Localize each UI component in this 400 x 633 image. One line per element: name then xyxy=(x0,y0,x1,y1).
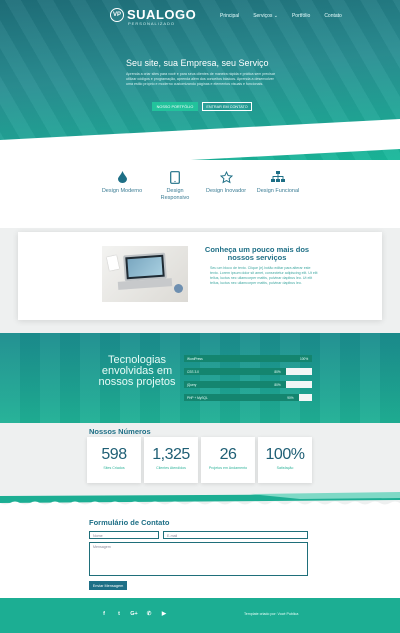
stat-card: 100% Satisfação xyxy=(258,437,312,483)
tech-title: Tecnologias envolvidas em nossos projeto… xyxy=(98,354,176,388)
main-nav: Principal Serviços ⌄ Portfólio Contato xyxy=(220,13,342,19)
logo-badge: VP xyxy=(110,8,124,22)
nav-item-servicos-label: Serviços xyxy=(253,13,273,19)
stat-value: 598 xyxy=(101,446,127,463)
feature-item: Design Funcional xyxy=(248,170,308,195)
wave-divider xyxy=(0,492,400,508)
stat-caption: Projetos em Andamento xyxy=(208,466,248,470)
contact-title: Formulário de Contato xyxy=(89,518,170,527)
nav-item-portfolio[interactable]: Portfólio xyxy=(292,13,310,19)
drop-icon xyxy=(92,170,152,184)
skill-name: PHP + MySQL xyxy=(187,395,208,400)
logo-text: SUALOGO xyxy=(127,7,197,22)
facebook-icon[interactable]: f xyxy=(100,610,108,618)
nav-item-servicos[interactable]: Serviços ⌄ xyxy=(253,13,278,19)
skill-bar-fill xyxy=(184,381,287,388)
hero-divider xyxy=(0,119,400,160)
twitter-icon[interactable]: t xyxy=(115,610,123,618)
contact-section: Formulário de Contato Nome E-mail Mensag… xyxy=(0,508,400,598)
features-section: Design Moderno Design Responsivo Design … xyxy=(0,160,400,228)
skill-percent: 100% xyxy=(300,356,309,361)
feature-label: Design Responsivo xyxy=(160,188,190,201)
email-field[interactable]: E-mail xyxy=(163,531,308,539)
stat-caption: Satisfação xyxy=(276,466,294,470)
stat-value: 26 xyxy=(219,446,237,463)
nav-item-principal[interactable]: Principal xyxy=(220,13,239,19)
stat-value: 100% xyxy=(265,446,305,463)
logo[interactable]: VP SUALOGO xyxy=(110,8,196,22)
youtube-icon[interactable]: ▶ xyxy=(160,610,168,618)
about-card: Conheça um pouco mais dos nossos serviço… xyxy=(18,232,382,320)
tech-section: Tecnologias envolvidas em nossos projeto… xyxy=(0,333,400,423)
hero-description: Aprenda a criar sites para você e para s… xyxy=(126,72,276,86)
footer: f t G+ ✆ ▶ Template criado por: Vocé Pub… xyxy=(0,598,400,633)
google-plus-icon[interactable]: G+ xyxy=(130,610,138,618)
feature-item: Design Moderno xyxy=(92,170,152,195)
sitemap-icon xyxy=(248,170,308,184)
stat-caption: Sites Criados xyxy=(103,466,125,470)
skill-percent: 90% xyxy=(287,395,294,400)
skill-bar: CSS 3.0 80% xyxy=(184,368,312,375)
name-field[interactable]: Nome xyxy=(89,531,159,539)
stat-caption: Clientes Atendidos xyxy=(156,466,186,470)
portfolio-button[interactable]: NOSSO PORTFÓLIO xyxy=(152,102,198,111)
skill-bar-fill xyxy=(184,355,312,362)
feature-label: Design Moderno xyxy=(101,188,143,194)
logo-tagline: PERSONALIZADO xyxy=(128,21,176,26)
laptop-image xyxy=(102,246,188,302)
stat-value: 1,325 xyxy=(152,446,190,463)
hero-section: VP SUALOGO PERSONALIZADO Principal Servi… xyxy=(0,0,400,160)
feature-label: Design Funcional xyxy=(256,188,300,194)
skill-percent: 80% xyxy=(274,382,281,387)
send-message-button[interactable]: Enviar Mensagem xyxy=(89,581,127,590)
skill-bar: jQuery 80% xyxy=(184,381,312,388)
whatsapp-icon[interactable]: ✆ xyxy=(145,610,153,618)
message-field[interactable]: Mensagem xyxy=(89,542,308,576)
skill-percent: 80% xyxy=(274,369,281,374)
hero-title: Seu site, sua Empresa, seu Serviço xyxy=(126,58,269,68)
about-text: Seu um bloco de texto. Clique {e} botão … xyxy=(210,266,318,285)
about-title: Conheça um pouco mais dos nossos serviço… xyxy=(204,245,310,262)
stat-card: 1,325 Clientes Atendidos xyxy=(144,437,198,483)
skill-bar: WordPress 100% xyxy=(184,355,312,362)
footer-credits: Template criado por: Vocé Publica xyxy=(244,612,299,616)
feature-item: Design Inovador xyxy=(196,170,256,195)
numbers-title: Nossos Números xyxy=(89,427,151,436)
skill-bar: PHP + MySQL 90% xyxy=(184,394,312,401)
contact-button[interactable]: ENTRAR EM CONTATO xyxy=(202,102,252,111)
stat-card: 598 Sites Criados xyxy=(87,437,141,483)
feature-label: Design Inovador xyxy=(205,188,247,194)
skill-bars: WordPress 100% CSS 3.0 80% jQuery 80% PHP + My… xyxy=(184,355,312,407)
nav-item-contato[interactable]: Contato xyxy=(324,13,342,19)
stat-card: 26 Projetos em Andamento xyxy=(201,437,255,483)
chevron-down-icon: ⌄ xyxy=(273,13,278,19)
skill-name: WordPress xyxy=(187,356,203,361)
skill-name: jQuery xyxy=(187,382,197,387)
social-links: f t G+ ✆ ▶ xyxy=(100,610,168,618)
star-icon xyxy=(196,170,256,184)
skill-name: CSS 3.0 xyxy=(187,369,199,374)
skill-bar-fill xyxy=(184,368,287,375)
